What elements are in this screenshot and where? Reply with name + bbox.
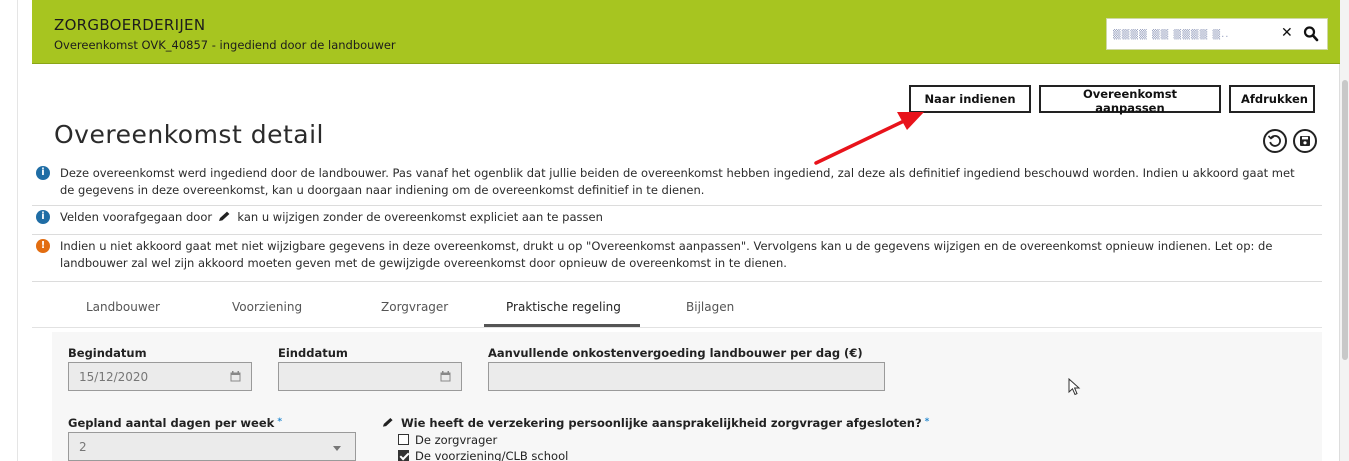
info-icon: i — [36, 166, 50, 180]
tab-voorziening[interactable]: Voorziening — [232, 300, 302, 314]
required-marker: * — [924, 417, 930, 427]
warning-notice: ! Indien u niet akkoord gaat met niet wi… — [32, 236, 1322, 282]
days-per-week-select[interactable]: 2 — [68, 432, 356, 461]
days-per-week-value: 2 — [79, 440, 87, 454]
tab-bar: Landbouwer Voorziening Zorgvrager Prakti… — [32, 284, 1322, 328]
print-button[interactable]: Afdrukken — [1229, 85, 1315, 113]
info-notice-text: Deze overeenkomst werd ingediend door de… — [60, 166, 1295, 197]
app-subtitle: Overeenkomst OVK_40857 - ingediend door … — [54, 38, 396, 52]
scrollbar-thumb[interactable] — [1342, 80, 1348, 360]
insurance-option-label: De voorziening/CLB school — [415, 449, 569, 461]
days-per-week-label-text: Gepland aantal dagen per week — [68, 416, 275, 430]
info-notice-editable-fields: i Velden voorafgegaan door kan u wijzige… — [32, 207, 1322, 235]
begin-date-label: Begindatum — [68, 346, 147, 360]
begin-date-value: 15/12/2020 — [79, 370, 149, 384]
warning-notice-text: Indien u niet akkoord gaat met niet wijz… — [60, 239, 1273, 270]
search-box[interactable]: ✕ — [1106, 18, 1328, 50]
begin-date-field[interactable]: 15/12/2020 — [68, 362, 252, 391]
info-notice-text-start: Velden voorafgegaan door — [60, 210, 213, 224]
end-date-field[interactable] — [278, 362, 462, 391]
cost-field[interactable] — [488, 362, 885, 391]
end-date-label: Einddatum — [278, 346, 348, 360]
cost-label: Aanvullende onkostenvergoeding landbouwe… — [488, 346, 863, 360]
insurance-option-zorgvrager[interactable]: De zorgvrager — [398, 433, 497, 447]
checkbox-checked[interactable] — [398, 450, 409, 461]
page-title: Overeenkomst detail — [54, 120, 324, 149]
insurance-option-label: De zorgvrager — [415, 433, 498, 447]
active-tab-indicator — [484, 324, 640, 327]
chevron-down-icon — [333, 446, 341, 451]
insurance-label: Wie heeft de verzekering persoonlijke aa… — [382, 416, 929, 430]
info-notice-text-end: kan u wijzigen zonder de overeenkomst ex… — [237, 210, 603, 224]
main-content: Naar indienen Overeenkomst aanpassen Afd… — [32, 76, 1322, 461]
app-header: ZORGBOERDERIJEN Overeenkomst OVK_40857 -… — [32, 0, 1340, 64]
app-title[interactable]: ZORGBOERDERIJEN — [54, 16, 205, 34]
tab-zorgvrager[interactable]: Zorgvrager — [381, 300, 448, 314]
pencil-icon — [218, 211, 230, 221]
close-icon[interactable]: ✕ — [1281, 25, 1293, 41]
required-marker: * — [277, 417, 283, 427]
info-icon: i — [36, 210, 50, 224]
tab-landbouwer[interactable]: Landbouwer — [86, 300, 160, 314]
insurance-label-text: Wie heeft de verzekering persoonlijke aa… — [401, 416, 922, 430]
calendar-icon[interactable] — [440, 371, 451, 382]
tab-praktische-regeling[interactable]: Praktische regeling — [506, 300, 621, 314]
days-per-week-label: Gepland aantal dagen per week * — [68, 416, 282, 430]
info-notice-submission: i Deze overeenkomst werd ingediend door … — [32, 163, 1322, 206]
form-panel: Begindatum 15/12/2020 Einddatum Aanvulle… — [52, 332, 1322, 461]
search-icon[interactable] — [1303, 25, 1319, 43]
mouse-cursor-icon — [1068, 378, 1081, 396]
search-input[interactable] — [1113, 24, 1263, 44]
submit-button[interactable]: Naar indienen — [909, 85, 1031, 113]
tab-bijlagen[interactable]: Bijlagen — [686, 300, 734, 314]
adjust-agreement-button[interactable]: Overeenkomst aanpassen — [1039, 85, 1221, 115]
calendar-icon[interactable] — [230, 371, 241, 382]
checkbox-unchecked[interactable] — [398, 434, 409, 445]
vertical-scrollbar[interactable] — [1339, 0, 1349, 461]
save-icon[interactable] — [1293, 129, 1317, 153]
left-gutter — [0, 0, 18, 461]
insurance-option-voorziening[interactable]: De voorziening/CLB school — [398, 449, 568, 461]
pencil-icon — [382, 417, 393, 427]
undo-icon[interactable] — [1263, 129, 1287, 153]
warning-icon: ! — [36, 239, 50, 253]
